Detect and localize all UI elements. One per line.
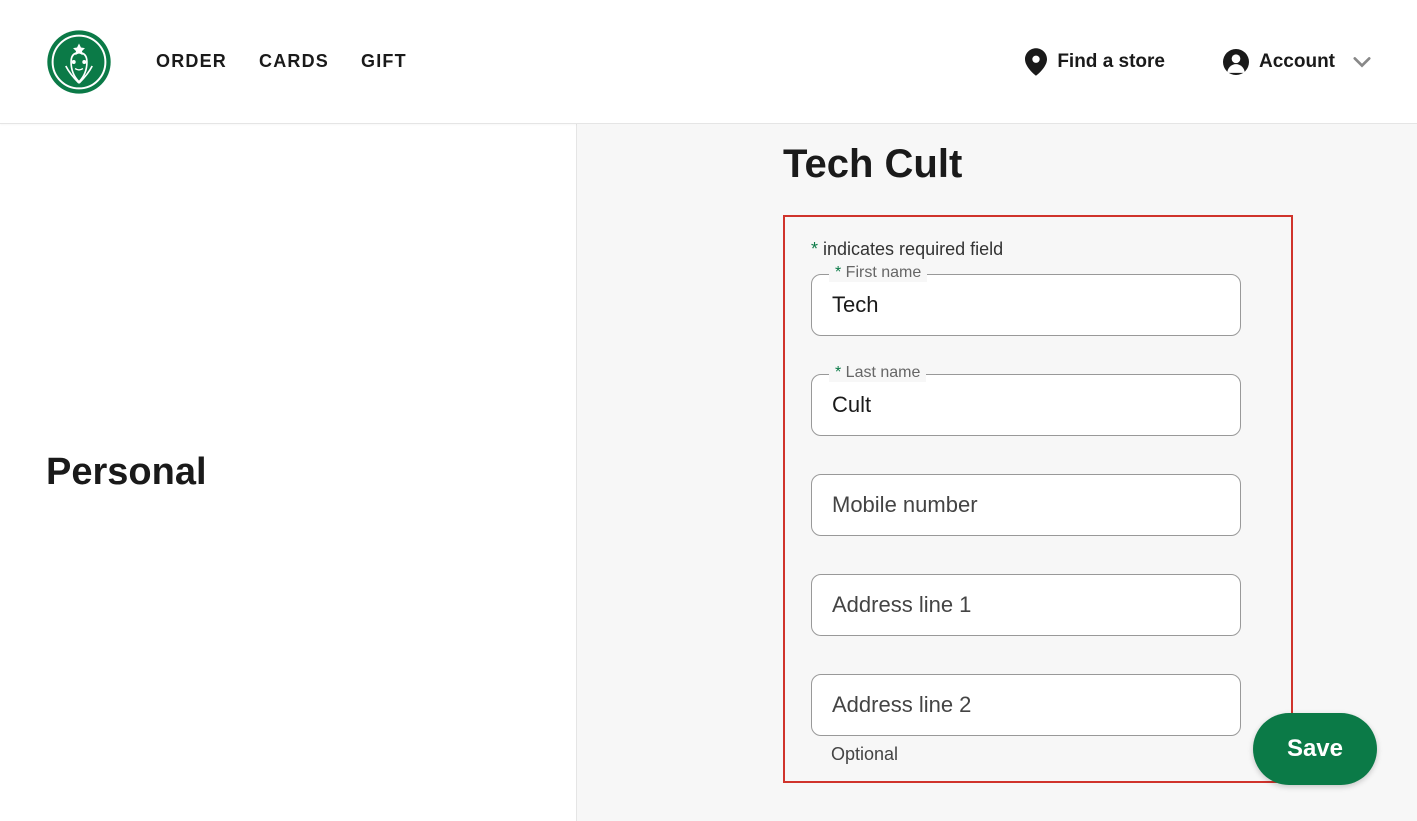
main: Personal Tech Cult * indicates required … — [0, 124, 1417, 821]
mobile-input[interactable] — [811, 474, 1241, 536]
account-label: Account — [1259, 51, 1335, 73]
save-button[interactable]: Save — [1253, 713, 1377, 785]
last-name-label: * Last name — [829, 364, 926, 382]
address1-input[interactable] — [811, 574, 1241, 636]
find-store-label: Find a store — [1057, 51, 1165, 73]
first-name-input[interactable] — [811, 274, 1241, 336]
brand-logo[interactable] — [46, 29, 112, 95]
location-pin-icon — [1025, 48, 1047, 76]
address2-helper: Optional — [811, 744, 1265, 765]
first-name-field-wrapper: * First name — [811, 274, 1265, 336]
required-note: * indicates required field — [811, 239, 1265, 260]
nav-primary: ORDER CARDS GIFT — [156, 51, 407, 72]
personal-form: * indicates required field * First name … — [783, 215, 1293, 783]
mobile-field-wrapper — [811, 474, 1265, 536]
section-title: Personal — [46, 451, 207, 494]
first-name-label: * First name — [829, 264, 927, 282]
nav-order[interactable]: ORDER — [156, 51, 227, 72]
account-icon — [1223, 49, 1249, 75]
find-store-link[interactable]: Find a store — [1025, 48, 1165, 76]
asterisk-icon: * — [811, 239, 818, 259]
account-menu[interactable]: Account — [1223, 49, 1371, 75]
address2-field-wrapper: Optional — [811, 674, 1265, 765]
header: ORDER CARDS GIFT Find a store Account — [0, 0, 1417, 124]
last-name-input[interactable] — [811, 374, 1241, 436]
nav-gift[interactable]: GIFT — [361, 51, 407, 72]
chevron-down-icon — [1353, 56, 1371, 68]
last-name-field-wrapper: * Last name — [811, 374, 1265, 436]
left-panel: Personal — [0, 124, 577, 821]
address2-input[interactable] — [811, 674, 1241, 736]
address1-field-wrapper — [811, 574, 1265, 636]
nav-secondary: Find a store Account — [1025, 48, 1371, 76]
page-title: Tech Cult — [783, 142, 1375, 187]
nav-cards[interactable]: CARDS — [259, 51, 329, 72]
required-note-text: indicates required field — [818, 239, 1003, 259]
